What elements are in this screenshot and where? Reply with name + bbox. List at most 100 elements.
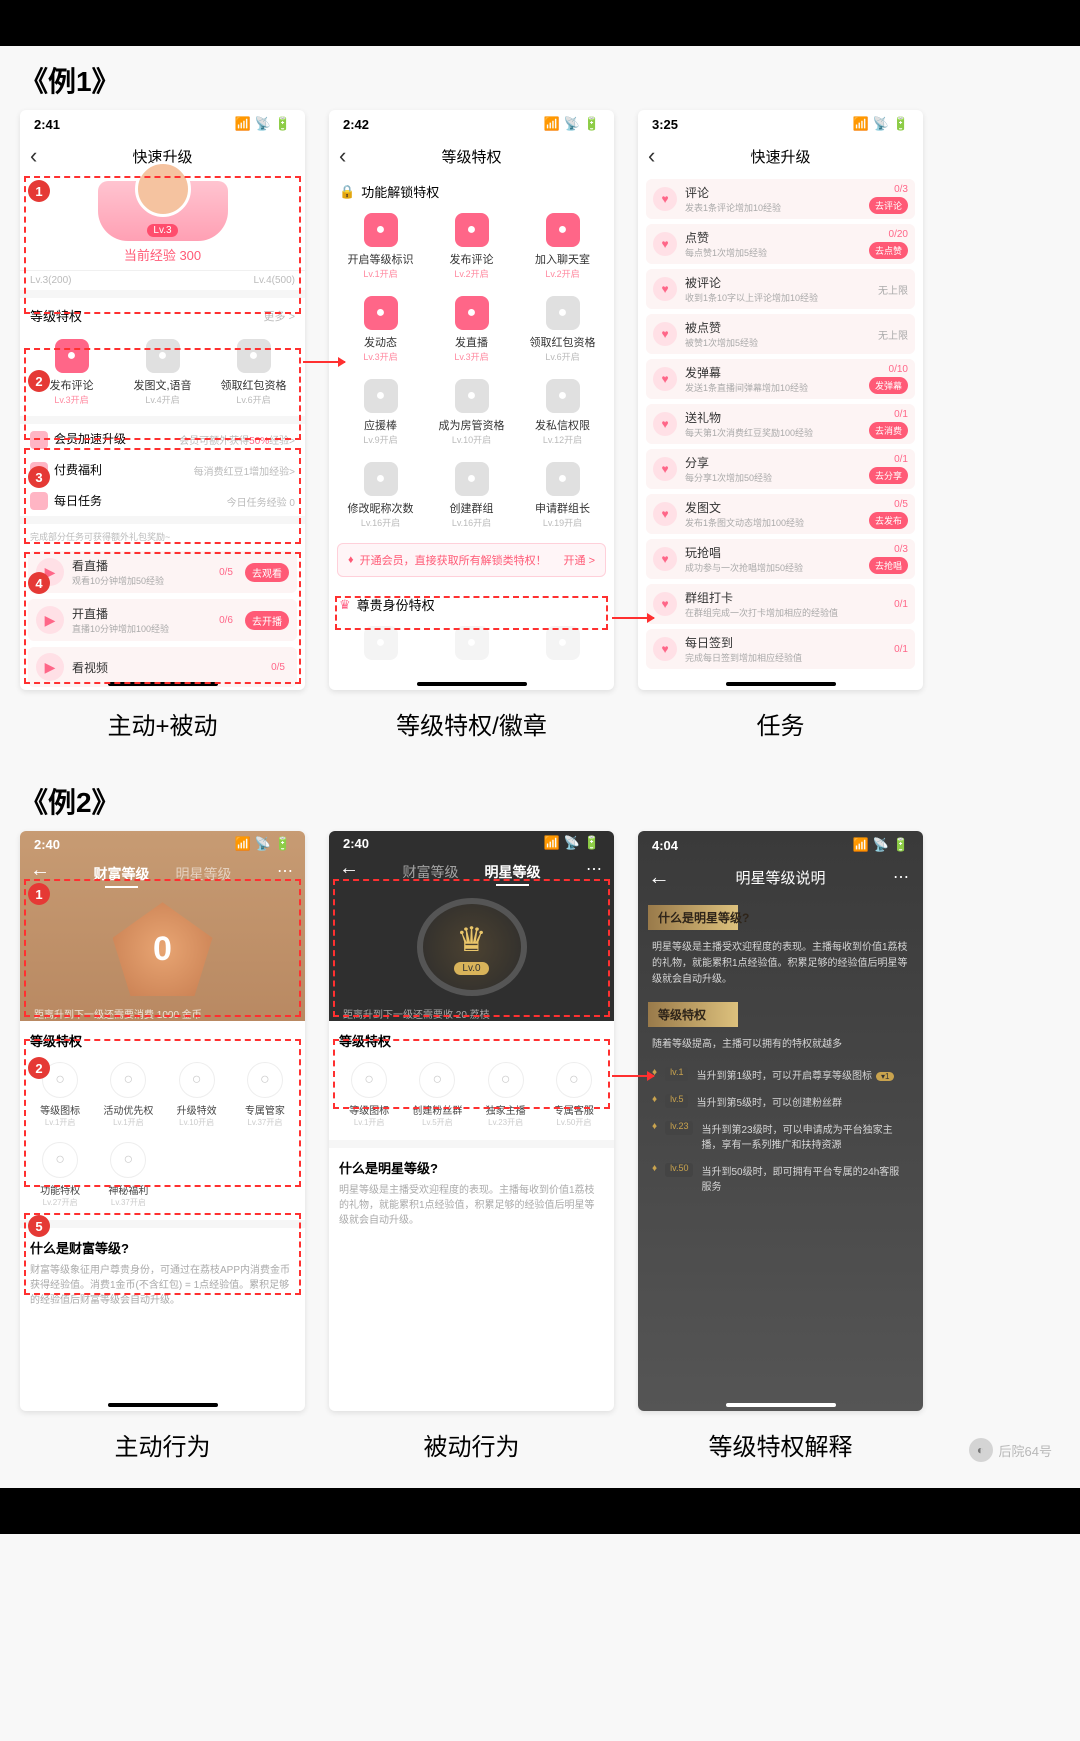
task-subtitle: 直播10分钟增加100经验 xyxy=(72,622,211,635)
priv-title: 发图文,语音 xyxy=(117,377,208,393)
task-title: 被点赞 xyxy=(685,319,870,336)
task-item[interactable]: ♥ 每日签到 完成每日签到增加相应经验值 0/1 xyxy=(646,629,915,669)
task-icon: ♥ xyxy=(653,547,677,571)
priv-unlock: Lv.9开启 xyxy=(335,433,426,446)
vip-open-link[interactable]: 开通 > xyxy=(564,552,595,568)
task-item[interactable]: ▶ 开直播 直播10分钟增加100经验 0/6 去开播 xyxy=(28,599,297,641)
task-title: 每日签到 xyxy=(685,634,886,651)
marker-1: 1 xyxy=(28,883,50,905)
task-item[interactable]: ♥ 分享 每分享1次增加50经验 0/1 去分享 xyxy=(646,449,915,489)
priv-unlock: Lv.10开启 xyxy=(163,1117,231,1128)
priv-item[interactable]: ○ 神秘福利 Lv.37开启 xyxy=(94,1142,162,1208)
priv-item[interactable]: ● 发动态 Lv.3开启 xyxy=(335,296,426,363)
task-button[interactable]: 去观看 xyxy=(245,563,289,582)
task-button[interactable]: 去消费 xyxy=(869,422,908,439)
priv-item[interactable]: ● 修改昵称次数 Lv.16开启 xyxy=(335,462,426,529)
privileges-subtitle: 随着等级提高，主播可以拥有的特权就越多 xyxy=(638,1033,923,1057)
priv-unlock: Lv.5开启 xyxy=(403,1117,471,1128)
task-button[interactable]: 去抢唱 xyxy=(869,557,908,574)
priv-item[interactable]: ● 成为房管资格 Lv.10开启 xyxy=(426,379,517,446)
privileges-more[interactable]: 更多 > xyxy=(264,308,295,324)
task-item[interactable]: ♥ 被评论 收到1条10字以上评论增加10经验 无上限 xyxy=(646,269,915,309)
priv-item[interactable]: ● 领取红包资格 Lv.6开启 xyxy=(208,339,299,406)
priv-item[interactable]: ○ 功能特权 Lv.27开启 xyxy=(26,1142,94,1208)
priv-item[interactable]: ● 发直播 Lv.3开启 xyxy=(426,296,517,363)
priv-icon: ● xyxy=(55,339,89,373)
back-icon[interactable]: ← xyxy=(339,857,359,880)
marker-5: 5 xyxy=(28,1215,50,1237)
what-is-wealth-text: 财富等级象征用户尊贵身份，可通过在荔枝APP内消费金币获得经验值。消费1金币(不… xyxy=(30,1263,295,1308)
priv-item[interactable]: ○ 升级特效 Lv.10开启 xyxy=(163,1062,231,1128)
tab-star[interactable]: 明星等级 xyxy=(176,864,232,884)
unlock-privileges-header: 功能解锁特权 xyxy=(361,182,439,201)
priv-item[interactable]: ○ 等级图标 Lv.1开启 xyxy=(335,1062,403,1128)
task-count: 0/5 xyxy=(271,662,285,673)
member-bonus[interactable]: 会员可额外获得50%经验> xyxy=(179,432,295,447)
star-medal: ♛ Lv.0 xyxy=(417,898,527,996)
progress-text: 距离升到下一级还需要收 20 荔枝 xyxy=(329,1006,490,1021)
task-item[interactable]: ♥ 评论 发表1条评论增加10经验 0/3 去评论 xyxy=(646,179,915,219)
example2-label: 《例2》 xyxy=(0,767,1080,831)
priv-item[interactable]: ● 应援棒 Lv.9开启 xyxy=(335,379,426,446)
task-item[interactable]: ♥ 送礼物 每天第1次消费红豆奖励100经验 0/1 去消费 xyxy=(646,404,915,444)
priv-title: 独家主播 xyxy=(472,1102,540,1117)
vip-banner[interactable]: ♦ 开通会员，直接获取所有解锁类特权！ 开通 > xyxy=(337,543,606,577)
pay-welfare[interactable]: 付费福利 xyxy=(54,463,102,477)
level-row: ♦ lv.5 当升到第5级时，可以创建粉丝群 xyxy=(652,1088,909,1115)
task-button[interactable]: 发弹幕 xyxy=(869,377,908,394)
status-bar: 4:04 📶 📡 🔋 xyxy=(638,831,923,859)
task-item[interactable]: ♥ 发弹幕 发送1条直播间弹幕增加10经验 0/10 发弹幕 xyxy=(646,359,915,399)
member-speedup[interactable]: 会员加速升级 xyxy=(54,432,126,446)
more-icon[interactable]: ⋯ xyxy=(586,859,604,879)
priv-unlock: Lv.1开启 xyxy=(335,267,426,280)
priv-item[interactable]: ○ 专属客服 Lv.50开启 xyxy=(540,1062,608,1128)
more-icon[interactable]: ⋯ xyxy=(893,867,911,887)
task-item[interactable]: ♥ 点赞 每点赞1次增加5经验 0/20 去点赞 xyxy=(646,224,915,264)
level-row: ♦ lv.50 当升到50级时，即可拥有平台专属的24h客服服务 xyxy=(652,1157,909,1199)
priv-icon: ● xyxy=(146,339,180,373)
task-button[interactable]: 去评论 xyxy=(869,197,908,214)
priv-item[interactable]: ● 申请群组长 Lv.19开启 xyxy=(517,462,608,529)
back-icon[interactable]: ← xyxy=(30,859,50,882)
more-icon[interactable]: ⋯ xyxy=(277,861,295,881)
priv-icon: ● xyxy=(364,213,398,247)
vip-banner-text: 开通会员，直接获取所有解锁类特权！ xyxy=(360,552,547,568)
priv-item[interactable]: ● 发图文,语音 Lv.4开启 xyxy=(117,339,208,406)
priv-item[interactable]: ○ 独家主播 Lv.23开启 xyxy=(472,1062,540,1128)
task-button[interactable]: 去分享 xyxy=(869,467,908,484)
priv-item[interactable]: ○ 创建粉丝群 Lv.5开启 xyxy=(403,1062,471,1128)
priv-item[interactable]: ○ 专属管家 Lv.37开启 xyxy=(231,1062,299,1128)
priv-item[interactable]: ● 加入聊天室 Lv.2开启 xyxy=(517,213,608,280)
level-desc: 当升到第23级时，可以申请成为平台独家主播，享有一系列推广和扶持资源 xyxy=(701,1121,909,1151)
task-item[interactable]: ▶ 看直播 观看10分钟增加50经验 0/5 去观看 xyxy=(28,551,297,593)
priv-icon: ● xyxy=(546,462,580,496)
what-is-wealth-title: 什么是财富等级? xyxy=(30,1238,295,1257)
task-button[interactable]: 去点赞 xyxy=(869,242,908,259)
status-time: 4:04 xyxy=(652,838,678,853)
priv-item[interactable]: ● 创建群组 Lv.16开启 xyxy=(426,462,517,529)
task-item[interactable]: ♥ 发图文 发布1条图文动态增加100经验 0/5 去发布 xyxy=(646,494,915,534)
task-item[interactable]: ♥ 被点赞 被赞1次增加5经验 无上限 xyxy=(646,314,915,354)
priv-item[interactable]: ● 发私信权限 Lv.12开启 xyxy=(517,379,608,446)
task-count: 0/5 xyxy=(219,567,233,578)
pay-desc: 每消费红豆1增加经验> xyxy=(194,463,295,478)
priv-item[interactable]: ○ 活动优先权 Lv.1开启 xyxy=(94,1062,162,1128)
priv-item[interactable]: ● 领取红包资格 Lv.6开启 xyxy=(517,296,608,363)
priv-item[interactable]: ● 开启等级标识 Lv.1开启 xyxy=(335,213,426,280)
caption-a: 主动行为 xyxy=(20,1427,305,1462)
priv-item[interactable]: ● 发布评论 Lv.2开启 xyxy=(426,213,517,280)
task-item[interactable]: ♥ 群组打卡 在群组完成一次打卡增加相应的经验值 0/1 xyxy=(646,584,915,624)
current-exp: 当前经验 300 xyxy=(124,245,201,264)
tab-wealth[interactable]: 财富等级 xyxy=(94,864,150,884)
tab-star[interactable]: 明星等级 xyxy=(485,862,541,882)
example2-captions: 主动行为 被动行为 等级特权解释 xyxy=(0,1411,1080,1488)
task-subtitle: 每点赞1次增加5经验 xyxy=(685,246,861,259)
task-item[interactable]: ♥ 玩抢唱 成功参与一次抢唱增加50经验 0/3 去抢唱 xyxy=(646,539,915,579)
priv-title: 领取红包资格 xyxy=(208,377,299,393)
section-what-is: 什么是明星等级? xyxy=(648,905,798,930)
task-button[interactable]: 去发布 xyxy=(869,512,908,529)
daily-tasks[interactable]: 每日任务 xyxy=(54,494,102,508)
task-button[interactable]: 去开播 xyxy=(245,611,289,630)
tab-wealth[interactable]: 财富等级 xyxy=(403,862,459,882)
priv-icon: ○ xyxy=(110,1142,146,1178)
